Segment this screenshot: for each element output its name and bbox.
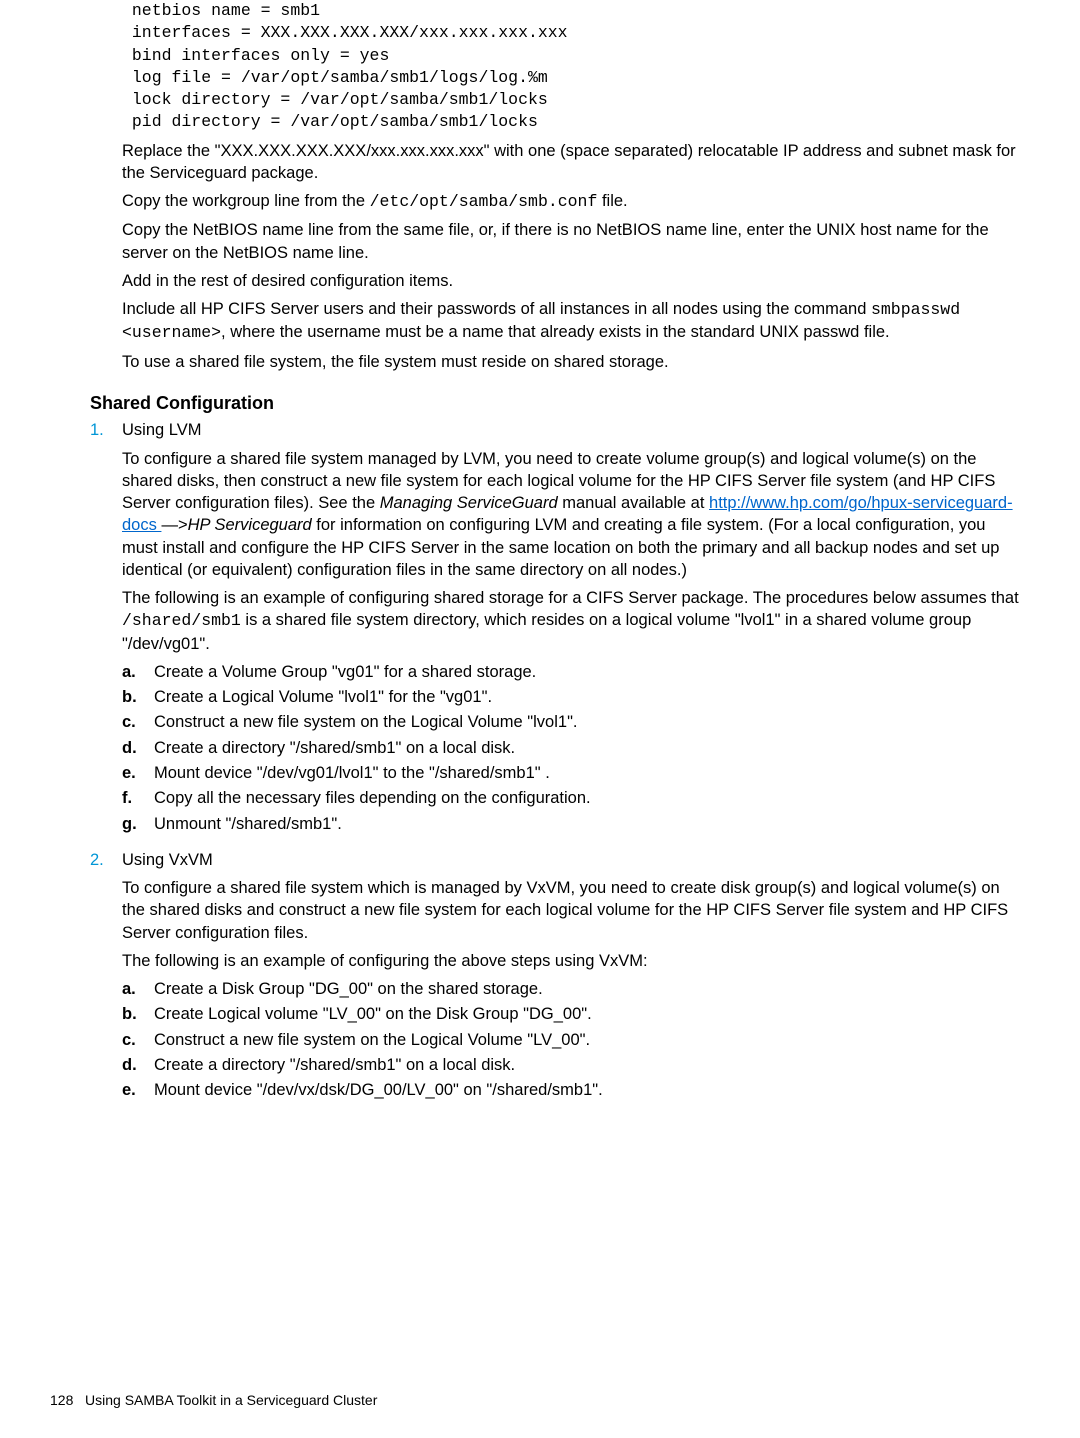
mark: b. <box>122 1003 154 1025</box>
text: Create a directory "/shared/smb1" on a l… <box>154 737 1020 759</box>
para-replace: Replace the "XXX.XXX.XXX.XXX/xxx.xxx.xxx… <box>122 140 1020 185</box>
text: Create a Logical Volume "lvol1" for the … <box>154 686 1020 708</box>
text: Copy the workgroup line from the <box>122 192 370 210</box>
step-1: 1. Using LVM To configure a shared file … <box>90 419 1020 841</box>
step-1-para-1: To configure a shared file system manage… <box>122 448 1020 582</box>
mark: d. <box>122 737 154 759</box>
step-2-para-1: To configure a shared file system which … <box>122 877 1020 944</box>
step-1-title: Using LVM <box>122 419 1020 441</box>
mark: c. <box>122 711 154 733</box>
substep-1c: c.Construct a new file system on the Log… <box>122 711 1020 733</box>
substep-2a: a.Create a Disk Group "DG_00" on the sha… <box>122 978 1020 1000</box>
text: Construct a new file system on the Logic… <box>154 1029 1020 1051</box>
mark: a. <box>122 978 154 1000</box>
product-name: HP Serviceguard <box>188 516 317 534</box>
text: Include all HP CIFS Server users and the… <box>122 300 871 318</box>
text: Create Logical volume "LV_00" on the Dis… <box>154 1003 1020 1025</box>
text: Mount device "/dev/vx/dsk/DG_00/LV_00" o… <box>154 1079 1020 1101</box>
mark: g. <box>122 813 154 835</box>
step-2: 2. Using VxVM To configure a shared file… <box>90 849 1020 1108</box>
text: Create a Volume Group "vg01" for a share… <box>154 661 1020 683</box>
page-number: 128 <box>50 1392 73 1408</box>
step-2-para-2: The following is an example of configuri… <box>122 950 1020 972</box>
code-path: /shared/smb1 <box>122 611 241 630</box>
mark: f. <box>122 787 154 809</box>
mark: e. <box>122 1079 154 1101</box>
manual-name: Managing ServiceGuard <box>380 494 558 512</box>
mark: e. <box>122 762 154 784</box>
text: Create a Disk Group "DG_00" on the share… <box>154 978 1020 1000</box>
substep-1b: b.Create a Logical Volume "lvol1" for th… <box>122 686 1020 708</box>
substep-2d: d.Create a directory "/shared/smb1" on a… <box>122 1054 1020 1076</box>
para-copy-workgroup: Copy the workgroup line from the /etc/op… <box>122 190 1020 213</box>
substep-1d: d.Create a directory "/shared/smb1" on a… <box>122 737 1020 759</box>
para-copy-netbios: Copy the NetBIOS name line from the same… <box>122 219 1020 264</box>
substep-1a: a.Create a Volume Group "vg01" for a sha… <box>122 661 1020 683</box>
step-1-substeps: a.Create a Volume Group "vg01" for a sha… <box>122 661 1020 835</box>
substep-1g: g.Unmount "/shared/smb1". <box>122 813 1020 835</box>
text: file. <box>597 192 627 210</box>
step-1-para-2: The following is an example of configuri… <box>122 587 1020 655</box>
text: Mount device "/dev/vg01/lvol1" to the "/… <box>154 762 1020 784</box>
text: Copy all the necessary files depending o… <box>154 787 1020 809</box>
mark: d. <box>122 1054 154 1076</box>
para-include-users: Include all HP CIFS Server users and the… <box>122 298 1020 345</box>
text: Unmount "/shared/smb1". <box>154 813 1020 835</box>
mark: c. <box>122 1029 154 1051</box>
substep-2e: e.Mount device "/dev/vx/dsk/DG_00/LV_00"… <box>122 1079 1020 1101</box>
page-footer: 128 Using SAMBA Toolkit in a Serviceguar… <box>50 1391 377 1410</box>
substep-1f: f.Copy all the necessary files depending… <box>122 787 1020 809</box>
para-add-rest: Add in the rest of desired configuration… <box>122 270 1020 292</box>
step-marker-2: 2. <box>90 849 122 1108</box>
text: , where the username must be a name that… <box>221 323 890 341</box>
para-shared-fs: To use a shared file system, the file sy… <box>122 351 1020 373</box>
text: is a shared file system directory, which… <box>122 611 971 652</box>
section-heading-shared-config: Shared Configuration <box>90 391 1020 415</box>
step-2-title: Using VxVM <box>122 849 1020 871</box>
mark: b. <box>122 686 154 708</box>
text: Construct a new file system on the Logic… <box>154 711 1020 733</box>
text: —> <box>161 516 187 534</box>
substep-2c: c.Construct a new file system on the Log… <box>122 1029 1020 1051</box>
mark: a. <box>122 661 154 683</box>
substep-1e: e.Mount device "/dev/vg01/lvol1" to the … <box>122 762 1020 784</box>
step-2-substeps: a.Create a Disk Group "DG_00" on the sha… <box>122 978 1020 1101</box>
substep-2b: b.Create Logical volume "LV_00" on the D… <box>122 1003 1020 1025</box>
code-path: /etc/opt/samba/smb.conf <box>370 192 598 211</box>
text: manual available at <box>558 494 709 512</box>
config-code-block: netbios name = smb1 interfaces = XXX.XXX… <box>122 0 1020 134</box>
footer-title: Using SAMBA Toolkit in a Serviceguard Cl… <box>85 1392 377 1408</box>
text: Create a directory "/shared/smb1" on a l… <box>154 1054 1020 1076</box>
text: The following is an example of configuri… <box>122 589 1019 607</box>
step-marker-1: 1. <box>90 419 122 841</box>
